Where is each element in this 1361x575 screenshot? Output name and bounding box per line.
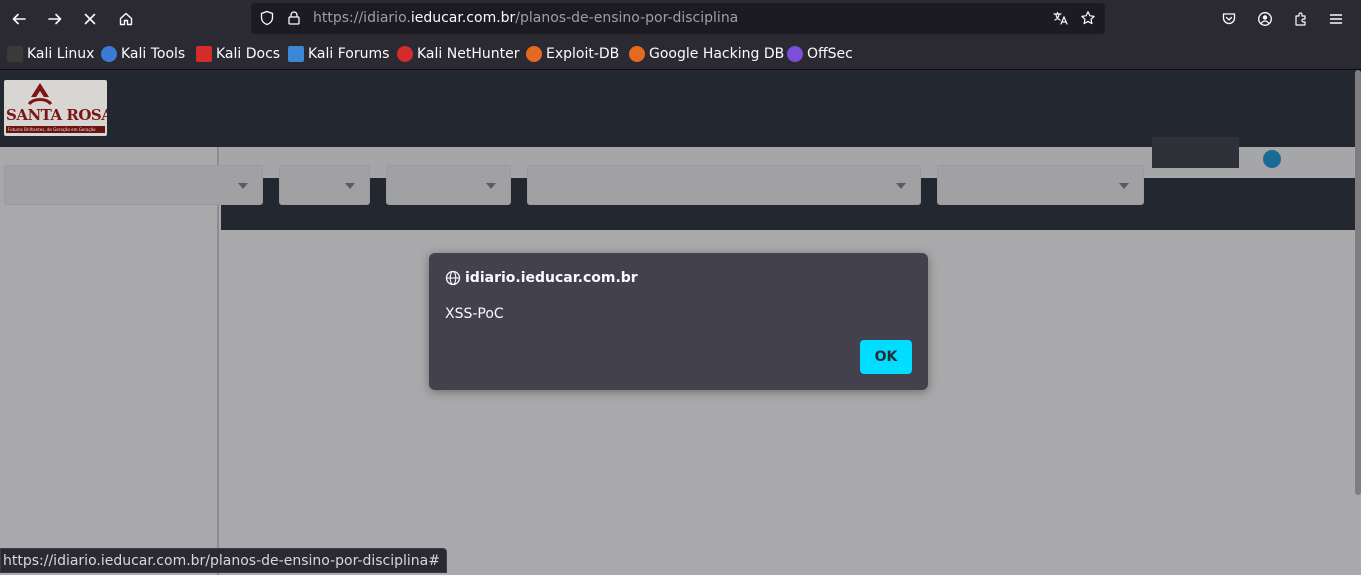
arrow-left-icon <box>12 13 26 25</box>
kali-tools-icon <box>101 46 117 62</box>
logo-tagline: Futuros Brilhantes, de Geração em Geraçã… <box>6 126 105 133</box>
chevron-down-icon <box>345 183 355 189</box>
page-scrollbar[interactable] <box>1355 70 1361 495</box>
dialog-header: idiario.ieducar.com.br <box>445 269 638 287</box>
url-prefix: https://idiario. <box>313 10 411 26</box>
shield-icon[interactable] <box>259 10 275 26</box>
kali-nethunter-icon <box>397 46 413 62</box>
url-text[interactable]: https://idiario.ieducar.com.br/planos-de… <box>313 10 738 26</box>
menu-button[interactable] <box>1322 5 1350 33</box>
bookmark-kali-forums[interactable]: Kali Forums <box>288 45 389 63</box>
forward-button[interactable] <box>41 5 69 33</box>
star-icon[interactable] <box>1080 10 1096 26</box>
translate-icon[interactable] <box>1052 10 1068 26</box>
bookmark-offsec[interactable]: OffSec <box>787 45 853 63</box>
bookmark-kali-nethunter[interactable]: Kali NetHunter <box>397 45 519 63</box>
bookmark-label: Kali NetHunter <box>417 46 520 62</box>
pocket-icon <box>1222 13 1236 25</box>
kali-dragon-icon <box>7 46 23 62</box>
pocket-button[interactable] <box>1215 5 1243 33</box>
home-button[interactable] <box>112 5 140 33</box>
puzzle-icon <box>1295 12 1306 26</box>
filter-select-3[interactable] <box>386 165 511 205</box>
bookmark-kali-tools[interactable]: Kali Tools <box>101 45 185 63</box>
site-header: SANTA ROSA Futuros Brilhantes, de Geraçã… <box>0 70 1361 147</box>
kali-forums-icon <box>288 46 304 62</box>
sidebar <box>0 147 219 575</box>
bookmark-label: Exploit-DB <box>546 46 620 62</box>
bookmark-kali-docs[interactable]: Kali Docs <box>196 45 280 63</box>
close-icon <box>84 13 96 25</box>
stop-button[interactable] <box>76 5 104 33</box>
url-bar[interactable]: https://idiario.ieducar.com.br/planos-de… <box>251 3 1105 34</box>
chevron-down-icon <box>486 183 496 189</box>
filter-select-1[interactable] <box>4 165 263 205</box>
bookmark-exploit-db[interactable]: Exploit-DB <box>526 45 619 63</box>
ok-button[interactable]: OK <box>860 340 912 374</box>
logo-mark-icon <box>27 83 53 106</box>
logo-name: SANTA ROSA <box>6 106 107 124</box>
filter-select-2[interactable] <box>279 165 370 205</box>
url-domain: ieducar.com.br <box>410 10 516 26</box>
exploit-db-icon <box>526 46 542 62</box>
chevron-down-icon <box>1119 183 1129 189</box>
url-path: /planos-de-ensino-por-disciplina <box>515 10 739 26</box>
account-button[interactable] <box>1251 5 1279 33</box>
lock-icon[interactable] <box>286 10 302 26</box>
header-action-button[interactable] <box>1152 137 1239 168</box>
dialog-origin: idiario.ieducar.com.br <box>465 270 638 286</box>
ghdb-icon <box>629 46 645 62</box>
status-link-preview: https://idiario.ieducar.com.br/planos-de… <box>0 548 447 573</box>
account-icon <box>1258 12 1272 26</box>
home-icon <box>119 12 133 26</box>
bookmark-label: Google Hacking DB <box>649 46 785 62</box>
bookmark-label: Kali Linux <box>27 46 95 62</box>
kali-docs-icon <box>196 46 212 62</box>
bookmarks-bar: Kali Linux Kali Tools Kali Docs Kali For… <box>0 37 1361 70</box>
arrow-right-icon <box>48 13 62 25</box>
browser-toolbar: https://idiario.ieducar.com.br/planos-de… <box>0 0 1361 37</box>
bookmark-label: Kali Tools <box>121 46 186 62</box>
offsec-icon <box>787 46 803 62</box>
santa-rosa-logo[interactable]: SANTA ROSA Futuros Brilhantes, de Geraçã… <box>4 80 107 136</box>
bookmark-ghdb[interactable]: Google Hacking DB <box>629 45 784 63</box>
bookmark-label: Kali Docs <box>216 46 281 62</box>
alert-dialog: idiario.ieducar.com.br XSS-PoC OK <box>429 253 928 390</box>
back-button[interactable] <box>5 5 33 33</box>
filter-select-5[interactable] <box>937 165 1144 205</box>
chevron-down-icon <box>238 183 248 189</box>
bookmark-kali-linux[interactable]: Kali Linux <box>7 45 94 63</box>
bookmark-label: OffSec <box>807 46 853 62</box>
chevron-down-icon <box>896 183 906 189</box>
user-status-dot[interactable] <box>1263 150 1281 168</box>
extensions-button[interactable] <box>1287 5 1315 33</box>
filter-select-4[interactable] <box>527 165 921 205</box>
bookmark-label: Kali Forums <box>308 46 390 62</box>
globe-icon <box>445 270 461 286</box>
dialog-message: XSS-PoC <box>445 306 504 322</box>
hamburger-icon <box>1329 14 1343 24</box>
